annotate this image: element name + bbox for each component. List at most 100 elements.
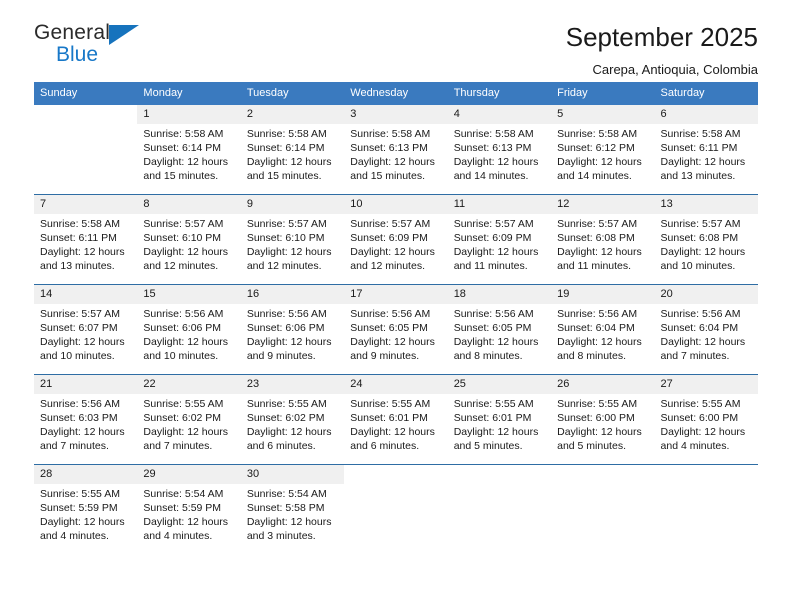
day-details: Sunrise: 5:56 AM Sunset: 6:05 PM Dayligh… (448, 304, 551, 363)
day-cell[interactable]: 30 Sunrise: 5:54 AM Sunset: 5:58 PM Dayl… (240, 465, 345, 554)
daylight-line-2: and 4 minutes. (40, 530, 109, 542)
day-number: 15 (137, 285, 241, 304)
day-cell[interactable]: 27 Sunrise: 5:55 AM Sunset: 6:00 PM Dayl… (654, 375, 758, 464)
daylight-line-1: Daylight: 12 hours (557, 156, 642, 168)
generalblue-logo[interactable]: General Blue (34, 22, 154, 70)
sunset-line: Sunset: 5:58 PM (246, 502, 325, 514)
day-cell[interactable]: 17 Sunrise: 5:56 AM Sunset: 6:05 PM Dayl… (344, 285, 448, 374)
sunset-line: Sunset: 6:00 PM (660, 412, 739, 424)
day-cell[interactable]: 24 Sunrise: 5:55 AM Sunset: 6:01 PM Dayl… (344, 375, 448, 464)
daylight-line-1: Daylight: 12 hours (246, 516, 332, 528)
day-cell[interactable]: 26 Sunrise: 5:55 AM Sunset: 6:00 PM Dayl… (551, 375, 655, 464)
day-number: 10 (344, 195, 448, 214)
day-cell[interactable]: 2 Sunrise: 5:58 AM Sunset: 6:14 PM Dayli… (240, 105, 345, 194)
day-cell[interactable]: 16 Sunrise: 5:56 AM Sunset: 6:06 PM Dayl… (240, 285, 345, 374)
day-number: 26 (551, 375, 655, 394)
day-cell[interactable]: 5 Sunrise: 5:58 AM Sunset: 6:12 PM Dayli… (551, 105, 655, 194)
day-cell[interactable]: 15 Sunrise: 5:56 AM Sunset: 6:06 PM Dayl… (137, 285, 241, 374)
daylight-line-2: and 13 minutes. (40, 260, 115, 272)
day-cell[interactable]: 11 Sunrise: 5:57 AM Sunset: 6:09 PM Dayl… (447, 195, 552, 284)
sunrise-line: Sunrise: 5:54 AM (143, 488, 224, 500)
day-cell[interactable]: 8 Sunrise: 5:57 AM Sunset: 6:10 PM Dayli… (137, 195, 241, 284)
day-cell[interactable]: 28 Sunrise: 5:55 AM Sunset: 5:59 PM Dayl… (34, 465, 138, 554)
day-number: 23 (240, 375, 345, 394)
day-details: Sunrise: 5:58 AM Sunset: 6:11 PM Dayligh… (34, 214, 137, 273)
sunset-line: Sunset: 6:10 PM (246, 232, 325, 244)
daylight-line-1: Daylight: 12 hours (143, 516, 229, 528)
daylight-line-2: and 12 minutes. (246, 260, 322, 272)
day-details: Sunrise: 5:56 AM Sunset: 6:05 PM Dayligh… (344, 304, 447, 363)
day-cell[interactable]: 20 Sunrise: 5:56 AM Sunset: 6:04 PM Dayl… (654, 285, 758, 374)
day-cell[interactable]: 4 Sunrise: 5:58 AM Sunset: 6:13 PM Dayli… (447, 105, 552, 194)
day-cell[interactable]: 23 Sunrise: 5:55 AM Sunset: 6:02 PM Dayl… (240, 375, 345, 464)
weekday-saturday: Saturday (660, 87, 705, 99)
day-number: 1 (137, 105, 241, 124)
sunrise-line: Sunrise: 5:56 AM (557, 308, 638, 320)
sunset-line: Sunset: 6:13 PM (350, 142, 428, 154)
sunrise-line: Sunrise: 5:58 AM (557, 128, 638, 140)
day-cell[interactable]: 22 Sunrise: 5:55 AM Sunset: 6:02 PM Dayl… (137, 375, 241, 464)
day-cell[interactable]: 10 Sunrise: 5:57 AM Sunset: 6:09 PM Dayl… (344, 195, 448, 284)
day-cell[interactable]: 6 Sunrise: 5:58 AM Sunset: 6:11 PM Dayli… (654, 105, 758, 194)
day-cell (447, 465, 552, 554)
day-details: Sunrise: 5:57 AM Sunset: 6:09 PM Dayligh… (344, 214, 447, 273)
sunrise-line: Sunrise: 5:57 AM (143, 218, 224, 230)
sunrise-line: Sunrise: 5:57 AM (350, 218, 431, 230)
day-details: Sunrise: 5:57 AM Sunset: 6:10 PM Dayligh… (241, 214, 344, 273)
daylight-line-1: Daylight: 12 hours (350, 246, 435, 258)
daylight-line-2: and 11 minutes. (557, 260, 632, 272)
sunrise-line: Sunrise: 5:55 AM (350, 398, 431, 410)
sunrise-line: Sunrise: 5:55 AM (40, 488, 120, 500)
sunrise-line: Sunrise: 5:58 AM (246, 128, 327, 140)
day-cell[interactable]: 12 Sunrise: 5:57 AM Sunset: 6:08 PM Dayl… (551, 195, 655, 284)
day-details: Sunrise: 5:58 AM Sunset: 6:11 PM Dayligh… (655, 124, 758, 183)
day-cell[interactable]: 25 Sunrise: 5:55 AM Sunset: 6:01 PM Dayl… (447, 375, 552, 464)
sunset-line: Sunset: 6:10 PM (143, 232, 222, 244)
day-cell[interactable]: 7 Sunrise: 5:58 AM Sunset: 6:11 PM Dayli… (34, 195, 138, 284)
page-title: September 2025 (565, 22, 758, 52)
sunset-line: Sunset: 6:11 PM (40, 232, 117, 244)
day-cell[interactable]: 9 Sunrise: 5:57 AM Sunset: 6:10 PM Dayli… (240, 195, 345, 284)
daylight-line-1: Daylight: 12 hours (40, 426, 125, 438)
day-cell[interactable]: 13 Sunrise: 5:57 AM Sunset: 6:08 PM Dayl… (654, 195, 758, 284)
daylight-line-2: and 13 minutes. (660, 170, 736, 182)
day-details: Sunrise: 5:58 AM Sunset: 6:14 PM Dayligh… (137, 124, 240, 183)
daylight-line-2: and 7 minutes. (660, 350, 730, 362)
day-cell[interactable]: 21 Sunrise: 5:56 AM Sunset: 6:03 PM Dayl… (34, 375, 138, 464)
day-cell[interactable]: 3 Sunrise: 5:58 AM Sunset: 6:13 PM Dayli… (344, 105, 448, 194)
sunset-line: Sunset: 6:03 PM (40, 412, 118, 424)
day-cell[interactable]: 1 Sunrise: 5:58 AM Sunset: 6:14 PM Dayli… (137, 105, 241, 194)
day-cell (344, 465, 448, 554)
sunrise-line: Sunrise: 5:58 AM (453, 128, 534, 140)
daylight-line-1: Daylight: 12 hours (557, 336, 642, 348)
day-cell (654, 465, 758, 554)
daylight-line-1: Daylight: 12 hours (143, 426, 229, 438)
day-details: Sunrise: 5:56 AM Sunset: 6:06 PM Dayligh… (137, 304, 240, 363)
page-subtitle: Carepa, Antioquia, Colombia (592, 62, 759, 77)
day-number: 30 (240, 465, 345, 484)
sunset-line: Sunset: 6:05 PM (350, 322, 428, 334)
day-details: Sunrise: 5:55 AM Sunset: 6:01 PM Dayligh… (448, 394, 551, 453)
daylight-line-1: Daylight: 12 hours (143, 336, 229, 348)
day-cell[interactable]: 29 Sunrise: 5:54 AM Sunset: 5:59 PM Dayl… (137, 465, 241, 554)
day-cell[interactable]: 18 Sunrise: 5:56 AM Sunset: 6:05 PM Dayl… (447, 285, 552, 374)
daylight-line-1: Daylight: 12 hours (350, 336, 435, 348)
daylight-line-1: Daylight: 12 hours (453, 156, 539, 168)
day-number: 2 (240, 105, 345, 124)
day-details: Sunrise: 5:54 AM Sunset: 5:58 PM Dayligh… (241, 484, 344, 543)
calendar-grid: Sunday Monday Tuesday Wednesday Thursday… (34, 82, 758, 554)
sunset-line: Sunset: 6:06 PM (143, 322, 222, 334)
daylight-line-2: and 5 minutes. (557, 440, 626, 452)
day-number: 7 (34, 195, 138, 214)
day-cell[interactable]: 19 Sunrise: 5:56 AM Sunset: 6:04 PM Dayl… (551, 285, 655, 374)
sunset-line: Sunset: 6:14 PM (143, 142, 222, 154)
sunset-line: Sunset: 6:01 PM (350, 412, 428, 424)
day-cell[interactable]: 14 Sunrise: 5:57 AM Sunset: 6:07 PM Dayl… (34, 285, 138, 374)
day-number: 3 (344, 105, 448, 124)
page-header: General Blue September 2025 Carepa, Anti… (34, 0, 759, 77)
daylight-line-2: and 9 minutes. (350, 350, 420, 362)
daylight-line-2: and 15 minutes. (246, 170, 322, 182)
week-row: 21 Sunrise: 5:56 AM Sunset: 6:03 PM Dayl… (34, 374, 758, 464)
daylight-line-1: Daylight: 12 hours (143, 156, 229, 168)
day-number: 8 (137, 195, 241, 214)
